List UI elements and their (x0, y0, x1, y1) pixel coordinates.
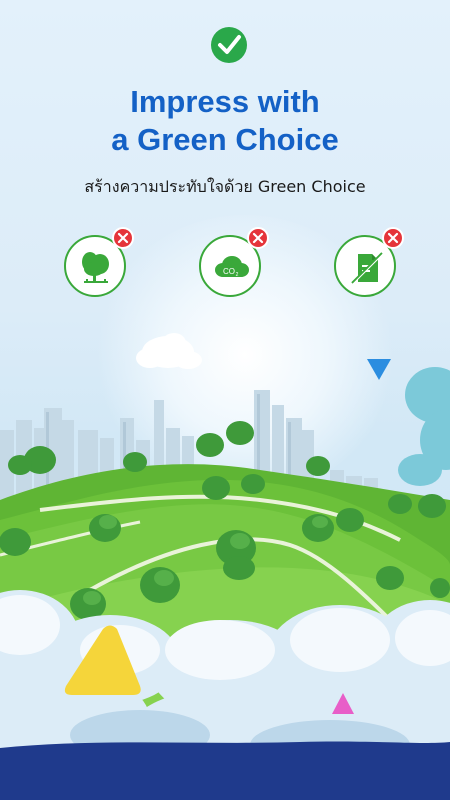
floating-cloud (136, 333, 202, 369)
hero-illustration: Impress with a Green Choice สร้างความประ… (0, 0, 450, 800)
co2-label: CO (223, 267, 235, 276)
bottom-band (0, 741, 450, 800)
headline-line-1: Impress with (130, 84, 320, 119)
headline-line-2: a Green Choice (111, 122, 339, 157)
tree-feature-circle (64, 227, 134, 297)
subtitle: สร้างความประทับใจด้วย Green Choice (84, 177, 366, 196)
close-icon (247, 227, 269, 249)
close-icon (112, 227, 134, 249)
close-icon (382, 227, 404, 249)
co2-feature-circle: CO 2 (199, 227, 269, 297)
check-badge-icon (209, 25, 249, 65)
blue-foliage (398, 367, 450, 486)
blue-triangle-shape (367, 359, 391, 380)
co2-subscript: 2 (236, 272, 239, 278)
paper-feature-circle (334, 227, 404, 297)
